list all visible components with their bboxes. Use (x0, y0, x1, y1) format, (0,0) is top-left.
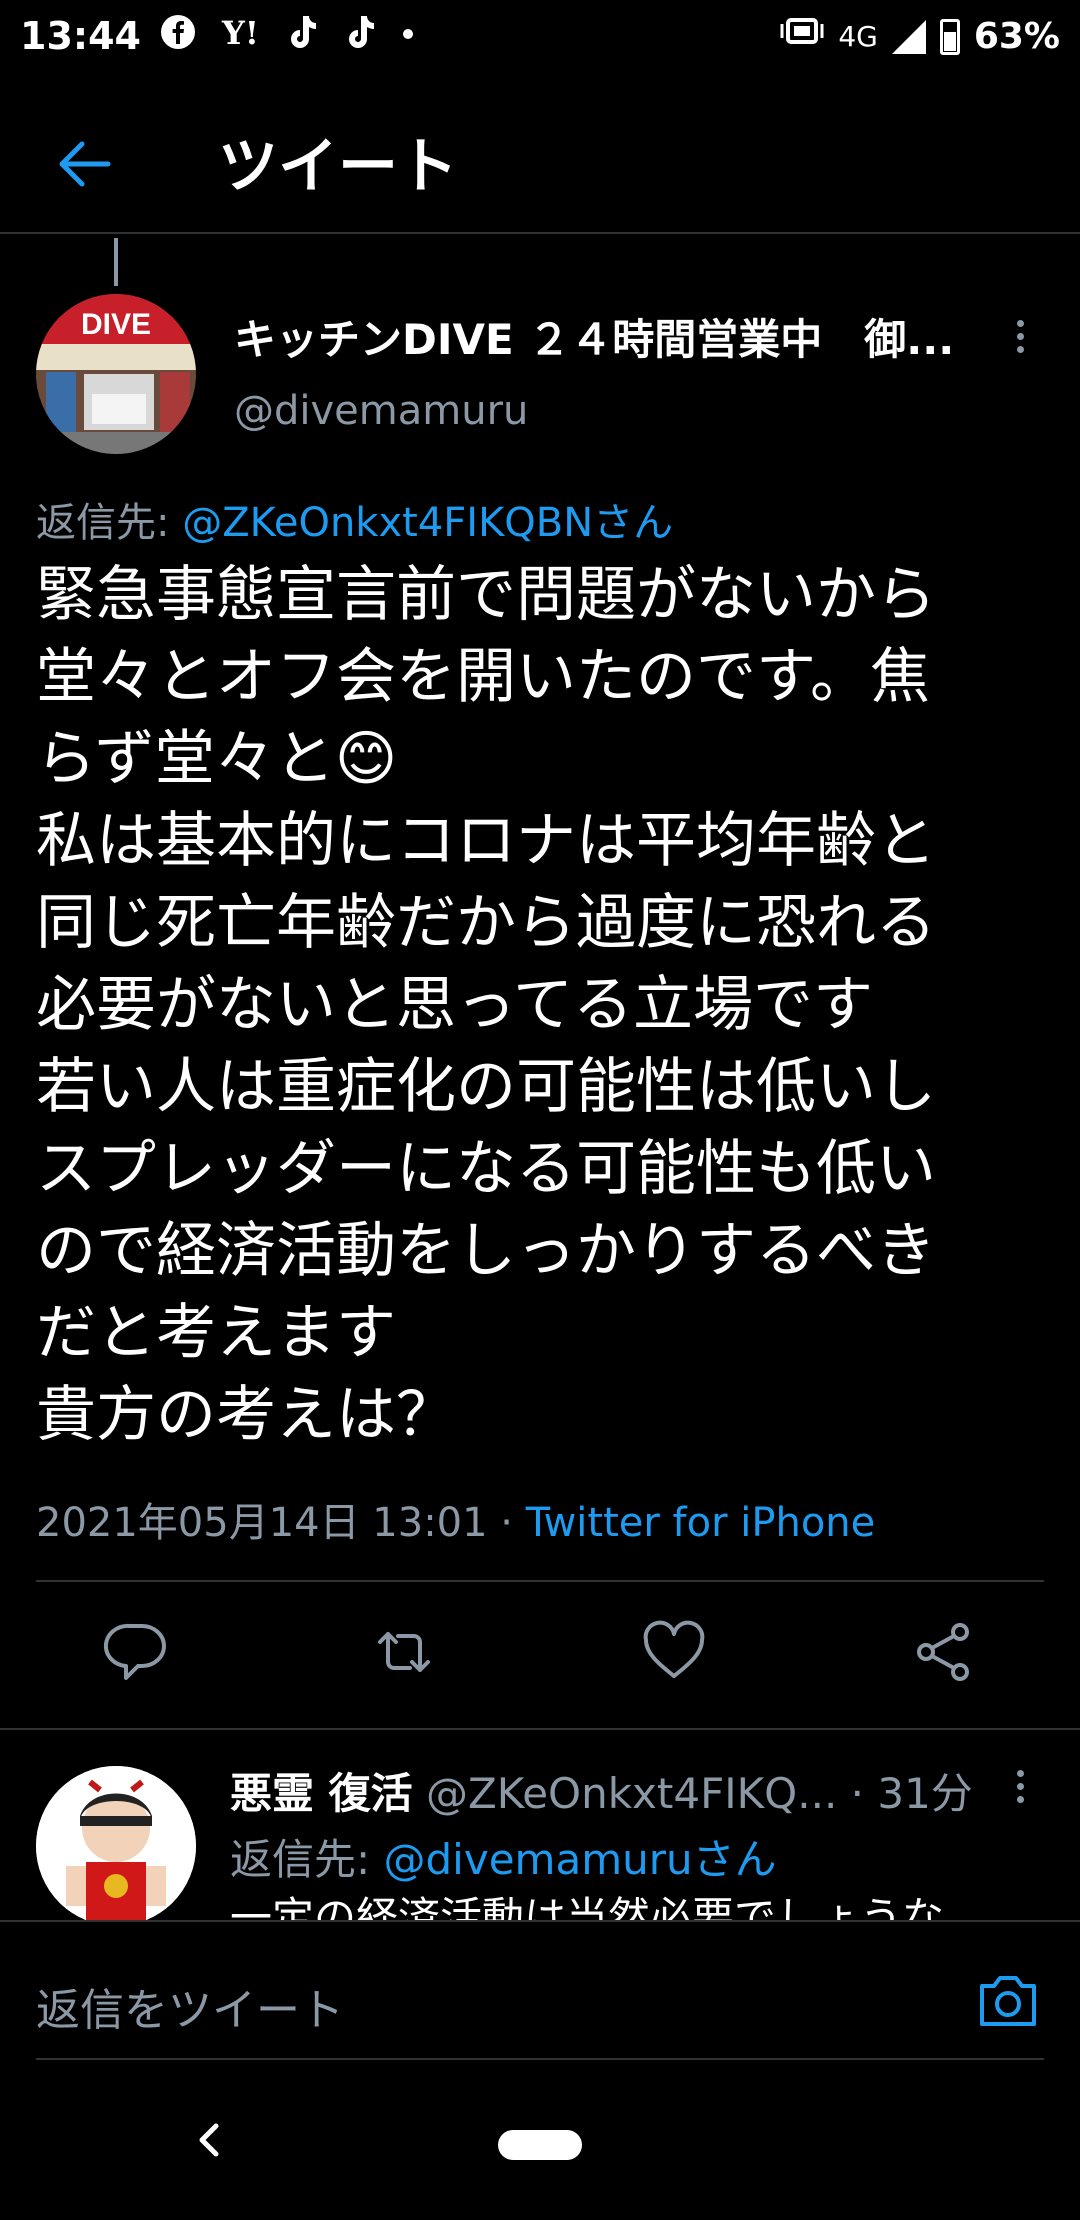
retweet-icon[interactable] (364, 1612, 444, 1692)
author-avatar[interactable]: DIVE (36, 294, 196, 454)
like-icon[interactable] (634, 1612, 714, 1692)
reply-to-line: 返信先: @ZKeOnkxt4FIKQBNさん (36, 490, 673, 548)
reply-reply-to-prefix: 返信先: (230, 1835, 384, 1884)
meta-separator: · (487, 1500, 526, 1546)
reply-header: 悪霊 復活 @ZKeOnkxt4FIKQ... · 31分 (230, 1760, 980, 1821)
reply-time: · 31分 (850, 1769, 973, 1818)
tweet-text: 緊急事態宣言前で問題がないから 堂々とオフ会を開いたのです。焦 らず堂々と😊 私… (36, 560, 936, 1450)
camera-icon[interactable] (976, 1968, 1040, 2032)
reply-more-options-icon[interactable] (1006, 1766, 1034, 1810)
reply-to-prefix: 返信先: (36, 500, 183, 546)
share-icon[interactable] (904, 1612, 984, 1692)
thread-line (114, 238, 118, 286)
reply-compose-input[interactable]: 返信をツイート (36, 1974, 344, 2038)
status-bar: 13:44 Y! 4G 63% (0, 0, 1080, 72)
dot-icon (401, 14, 415, 59)
tweet-actions (0, 1612, 1080, 1700)
tweet-source-link[interactable]: Twitter for iPhone (526, 1500, 876, 1546)
notification-icons: Y! (160, 14, 415, 59)
tweet-timestamp: 2021年05月14日 13:01 (36, 1500, 488, 1546)
status-time: 13:44 (20, 14, 141, 58)
reply-reply-to-line: 返信先: @divemamuruさん (230, 1826, 777, 1887)
author-name[interactable]: キッチンDIVE ２４時間営業中 御... (234, 306, 974, 367)
page-title: ツイート (218, 132, 458, 202)
reply-compose-bar: 返信をツイート (0, 1920, 1080, 2060)
avatar-sign-text: DIVE (81, 308, 151, 341)
reply-icon[interactable] (96, 1612, 176, 1692)
nav-back-icon[interactable] (190, 2116, 226, 2164)
facebook-icon (160, 14, 196, 59)
reply-to-link[interactable]: @ZKeOnkxt4FIKQBNさん (182, 500, 673, 546)
vibrate-icon (780, 14, 824, 59)
author-handle[interactable]: @divemamuru (234, 388, 528, 434)
battery-percent: 63% (973, 16, 1060, 57)
divider (36, 1580, 1044, 1582)
tiktok-icon (285, 14, 317, 59)
battery-icon (939, 18, 960, 55)
yahoo-icon: Y! (222, 14, 259, 52)
reply-author-handle[interactable]: @ZKeOnkxt4FIKQ... (426, 1769, 837, 1818)
status-right: 4G 63% (780, 14, 1060, 59)
reply-reply-to-link[interactable]: @divemamuruさん (384, 1835, 777, 1884)
tiktok-icon (343, 14, 375, 59)
divider (0, 1728, 1080, 1730)
reply-author-avatar[interactable] (36, 1766, 196, 1926)
signal-icon (891, 19, 926, 54)
reply-text[interactable]: 一定の経済活動は当然必要でしょうな (230, 1884, 944, 1920)
more-options-icon[interactable] (1006, 316, 1034, 360)
nav-home-pill[interactable] (498, 2130, 582, 2160)
back-arrow-icon[interactable] (52, 132, 116, 196)
reply-author-name[interactable]: 悪霊 復活 (230, 1769, 413, 1818)
network-type: 4G (838, 20, 878, 53)
tweet-meta: 2021年05月14日 13:01 · Twitter for iPhone (36, 1490, 875, 1548)
top-app-bar: ツイート (0, 90, 1080, 234)
